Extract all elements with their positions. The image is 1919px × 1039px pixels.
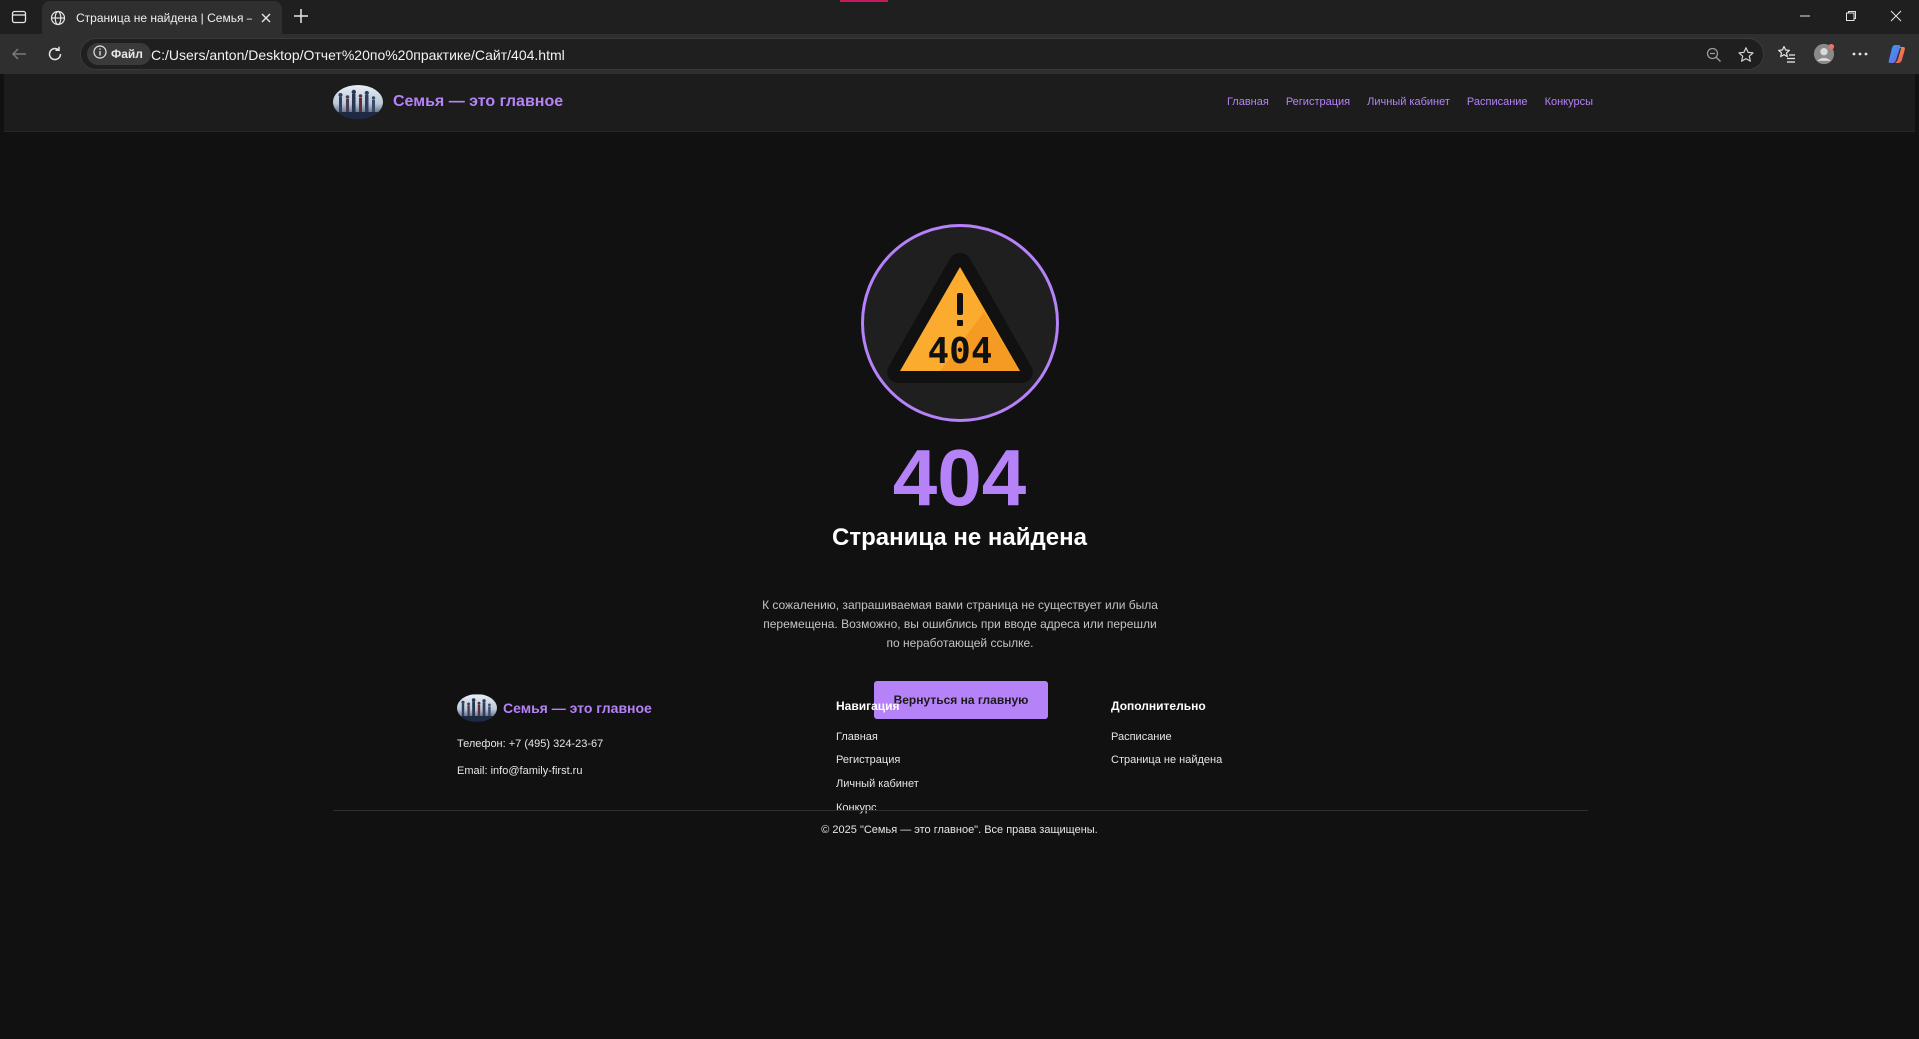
nav-link-contests[interactable]: Конкурсы	[1545, 96, 1593, 108]
footer-link-account[interactable]: Личный кабинет	[836, 778, 919, 790]
copilot-icon[interactable]	[1886, 43, 1908, 65]
error-description-line: К сожалению, запрашиваемая вами страница…	[762, 598, 1158, 612]
footer-brand-column: Семья — это главное Телефон: +7 (495) 32…	[457, 694, 687, 804]
footer-link-not-found[interactable]: Страница не найдена	[1111, 754, 1222, 766]
footer-brand-link[interactable]: Семья — это главное	[457, 694, 687, 722]
footer-family-logo-image	[457, 694, 497, 722]
page-viewport: Семья — это главное Главная Регистрация …	[4, 74, 1915, 1035]
globe-icon	[50, 10, 66, 26]
address-bar[interactable]: Файл C:/Users/anton/Desktop/Отчет%20по%2…	[80, 38, 1764, 70]
url-text[interactable]: C:/Users/anton/Desktop/Отчет%20по%20прак…	[151, 47, 565, 63]
minimize-icon[interactable]	[1782, 0, 1828, 32]
zoom-out-icon[interactable]	[1705, 46, 1723, 64]
refresh-icon[interactable]	[44, 43, 66, 65]
info-icon	[93, 44, 107, 64]
main-nav: Главная Регистрация Личный кабинет Распи…	[1227, 96, 1593, 108]
footer-link-schedule[interactable]: Расписание	[1111, 731, 1172, 743]
site-info-button[interactable]: Файл	[87, 43, 151, 65]
footer-divider	[333, 810, 1588, 811]
site-footer: Семья — это главное Телефон: +7 (495) 32…	[4, 634, 1915, 1035]
footer-nav-column: Навигация Главная Регистрация Личный каб…	[836, 699, 1056, 814]
tab-title: Страница не найдена | Семья — это главно…	[76, 10, 252, 25]
footer-link-registration[interactable]: Регистрация	[836, 754, 900, 766]
error-description-line: перемещена. Возможно, вы ошиблись при вв…	[763, 617, 1157, 631]
browser-toolbar: Файл C:/Users/anton/Desktop/Отчет%20по%2…	[0, 34, 1919, 74]
browser-tab[interactable]: Страница не найдена | Семья — это главно…	[42, 1, 282, 34]
nav-link-home[interactable]: Главная	[1227, 96, 1269, 108]
favorites-icon[interactable]	[1776, 43, 1798, 65]
tab-actions-icon[interactable]	[10, 8, 28, 26]
site-header: Семья — это главное Главная Регистрация …	[4, 74, 1915, 132]
back-arrow-icon[interactable]	[8, 43, 30, 65]
nav-link-account[interactable]: Личный кабинет	[1367, 96, 1450, 108]
profile-avatar-icon[interactable]	[1813, 43, 1835, 65]
footer-email: Email: info@family-first.ru	[457, 765, 583, 777]
footer-extra-column: Дополнительно Расписание Страница не най…	[1111, 699, 1331, 809]
error-title: Страница не найдена	[832, 524, 1087, 551]
nav-link-registration[interactable]: Регистрация	[1286, 96, 1350, 108]
footer-phone: Телефон: +7 (495) 324-23-67	[457, 738, 604, 750]
footer-link-contest[interactable]: Конкурс	[836, 802, 877, 814]
error-code: 404	[892, 433, 1027, 522]
tab-indicator	[840, 0, 888, 2]
warning-icon-label: 404	[927, 331, 992, 372]
footer-nav-heading: Навигация	[836, 699, 900, 713]
error-illustration: 404	[861, 224, 1059, 422]
window-close-icon[interactable]	[1873, 0, 1919, 32]
brand-title: Семья — это главное	[393, 93, 564, 110]
site-info-label: Файл	[111, 47, 143, 61]
warning-triangle-icon: 404	[887, 253, 1033, 383]
browser-tabstrip: Страница не найдена | Семья — это главно…	[0, 0, 1919, 34]
close-icon[interactable]	[258, 10, 274, 26]
family-logo-image	[333, 85, 383, 119]
new-tab-icon[interactable]	[292, 7, 310, 25]
nav-link-schedule[interactable]: Расписание	[1467, 96, 1528, 108]
footer-link-home[interactable]: Главная	[836, 731, 878, 743]
footer-brand-title: Семья — это главное	[503, 700, 652, 716]
more-icon[interactable]	[1849, 43, 1871, 65]
copyright: © 2025 "Семья — это главное". Все права …	[821, 824, 1098, 836]
restore-icon[interactable]	[1828, 0, 1874, 32]
brand-link[interactable]: Семья — это главное	[333, 85, 563, 119]
star-icon[interactable]	[1737, 46, 1755, 64]
footer-extra-heading: Дополнительно	[1111, 699, 1206, 713]
